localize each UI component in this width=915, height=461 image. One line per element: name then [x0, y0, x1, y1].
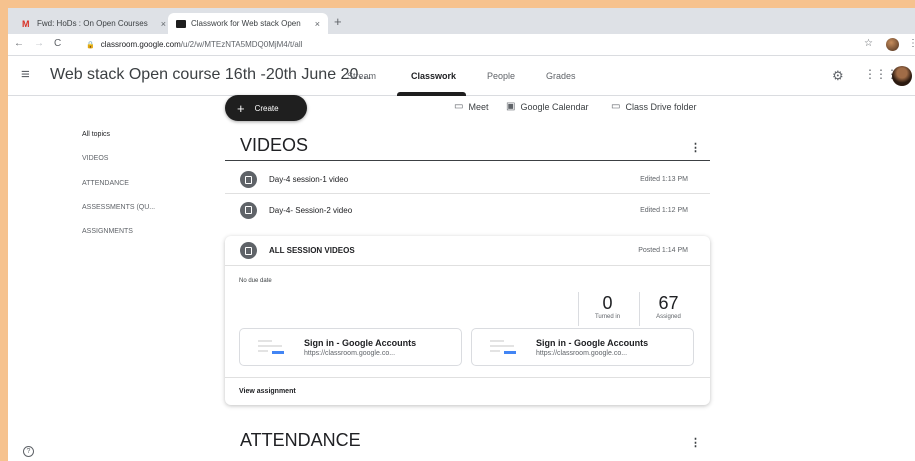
reload-icon[interactable]: C	[54, 38, 61, 49]
lock-icon: 🔒	[86, 42, 95, 49]
material-icon	[240, 171, 257, 188]
turned-in-count: 0	[602, 293, 613, 313]
item-title: Day-4- Session-2 video	[269, 205, 353, 215]
topic-title-attendance: ATTENDANCE	[240, 430, 361, 450]
assigned-count: 67	[658, 293, 679, 313]
calendar-icon: ▣	[506, 101, 516, 112]
tab-people[interactable]: People	[487, 71, 515, 81]
attachment-link[interactable]: Sign in - Google Accounts https://classr…	[239, 328, 462, 366]
list-item[interactable]: Day-4 session-1 video Edited 1:13 PM	[225, 166, 710, 194]
meet-link[interactable]: ▭ Meet	[454, 101, 488, 112]
topic-divider	[225, 160, 710, 161]
browser-window: M Fwd: HoDs : On Open Courses × Classwor…	[8, 8, 915, 461]
gear-icon[interactable]: ⚙	[832, 68, 844, 84]
help-icon[interactable]: ?	[23, 446, 34, 457]
close-tab-icon[interactable]: ×	[315, 19, 320, 29]
url-path: /u/2/w/MTEzNTA5MDQ0MjM4/t/all	[180, 40, 303, 49]
view-assignment-link[interactable]: View assignment	[239, 388, 296, 395]
attachment-title: Sign in - Google Accounts	[536, 337, 649, 348]
class-drive-folder-link[interactable]: ▭ Class Drive folder	[611, 101, 696, 112]
browser-tab-label: Classwork for Web stack Open	[191, 19, 301, 28]
sidebar-item-all-topics[interactable]: All topics	[82, 131, 110, 138]
course-title[interactable]: Web stack Open course 16th -20th June 20…	[50, 66, 372, 84]
assignment-card-header[interactable]: ALL SESSION VIDEOS Posted 1:14 PM	[225, 236, 710, 266]
gmail-icon: M	[22, 18, 30, 29]
google-calendar-label: Google Calendar	[520, 101, 589, 112]
turned-in-stat[interactable]: 0 Turned in	[578, 292, 636, 326]
address-bar: ← → C 🔒 classroom.google.com/u/2/w/MTEzNT…	[8, 34, 915, 56]
browser-tab-gmail[interactable]: M Fwd: HoDs : On Open Courses ×	[14, 13, 174, 34]
create-button-label: Create	[254, 103, 279, 113]
attachment-title: Sign in - Google Accounts	[304, 337, 417, 348]
classroom-icon	[176, 19, 186, 28]
item-title: Day-4 session-1 video	[269, 175, 349, 184]
url-input[interactable]: 🔒 classroom.google.com/u/2/w/MTEzNTA5MDQ0…	[86, 37, 856, 52]
main-menu-icon[interactable]: ≡	[21, 66, 30, 83]
item-edited-time: Edited 1:12 PM	[640, 206, 688, 214]
attachment-url: https://classroom.google.co...	[304, 349, 396, 357]
tab-stream[interactable]: Stream	[347, 71, 376, 81]
meet-label: Meet	[468, 101, 489, 112]
forward-icon[interactable]: →	[34, 38, 44, 49]
new-tab-button[interactable]: +	[334, 15, 342, 28]
material-icon	[240, 201, 257, 219]
sidebar-item-assignments[interactable]: ASSIGNMENTS	[82, 228, 133, 235]
close-tab-icon[interactable]: ×	[161, 19, 166, 29]
attachment-url: https://classroom.google.co...	[536, 349, 628, 357]
bookmark-star-icon[interactable]: ☆	[864, 38, 873, 49]
sidebar-item-videos[interactable]: VIDEOS	[82, 155, 108, 162]
attachment-link[interactable]: Sign in - Google Accounts https://classr…	[471, 328, 694, 366]
avatar[interactable]	[892, 66, 912, 86]
plus-icon: +	[237, 100, 245, 116]
profile-avatar-icon[interactable]	[886, 38, 899, 51]
assignment-title: ALL SESSION VIDEOS	[269, 246, 355, 255]
browser-tab-classwork[interactable]: Classwork for Web stack Open ×	[168, 13, 328, 34]
assignment-card-footer: View assignment	[225, 377, 710, 405]
assigned-label: Assigned	[656, 314, 681, 320]
classroom-header: ≡ Web stack Open course 16th -20th June …	[8, 56, 915, 96]
folder-icon: ▭	[611, 101, 621, 112]
topic-title-videos: VIDEOS	[240, 135, 309, 155]
list-item[interactable]: Day-4- Session-2 video Edited 1:12 PM	[225, 196, 710, 224]
google-calendar-link[interactable]: ▣ Google Calendar	[506, 101, 589, 112]
topic-more-icon[interactable]: ⋮	[690, 141, 701, 154]
browser-tab-label: Fwd: HoDs : On Open Courses	[37, 19, 148, 28]
sidebar-item-assessments[interactable]: ASSESSMENTS (QU...	[82, 204, 155, 211]
sidebar-item-attendance[interactable]: ATTENDANCE	[82, 180, 129, 187]
tab-grades[interactable]: Grades	[546, 71, 576, 81]
video-camera-icon: ▭	[454, 101, 464, 112]
due-date-text: No due date	[239, 278, 272, 284]
url-host: classroom.google.com	[100, 40, 181, 49]
browser-menu-icon[interactable]: ⋮	[908, 38, 915, 49]
topic-more-icon[interactable]: ⋮	[690, 436, 701, 449]
active-tab-indicator	[397, 92, 466, 96]
turned-in-label: Turned in	[594, 314, 621, 320]
assignment-card: ALL SESSION VIDEOS Posted 1:14 PM No due…	[225, 236, 710, 405]
tab-classwork[interactable]: Classwork	[411, 71, 456, 81]
assignment-posted-time: Posted 1:14 PM	[638, 247, 688, 254]
link-thumbnail-icon	[482, 334, 522, 360]
back-icon[interactable]: ←	[14, 38, 24, 49]
create-button[interactable]: + Create	[225, 95, 307, 121]
link-thumbnail-icon	[250, 334, 290, 360]
assigned-stat[interactable]: 67 Assigned	[639, 292, 697, 326]
class-drive-folder-label: Class Drive folder	[625, 101, 697, 112]
tab-strip: M Fwd: HoDs : On Open Courses × Classwor…	[8, 8, 915, 34]
assignment-icon	[240, 242, 257, 259]
item-edited-time: Edited 1:13 PM	[640, 176, 688, 183]
